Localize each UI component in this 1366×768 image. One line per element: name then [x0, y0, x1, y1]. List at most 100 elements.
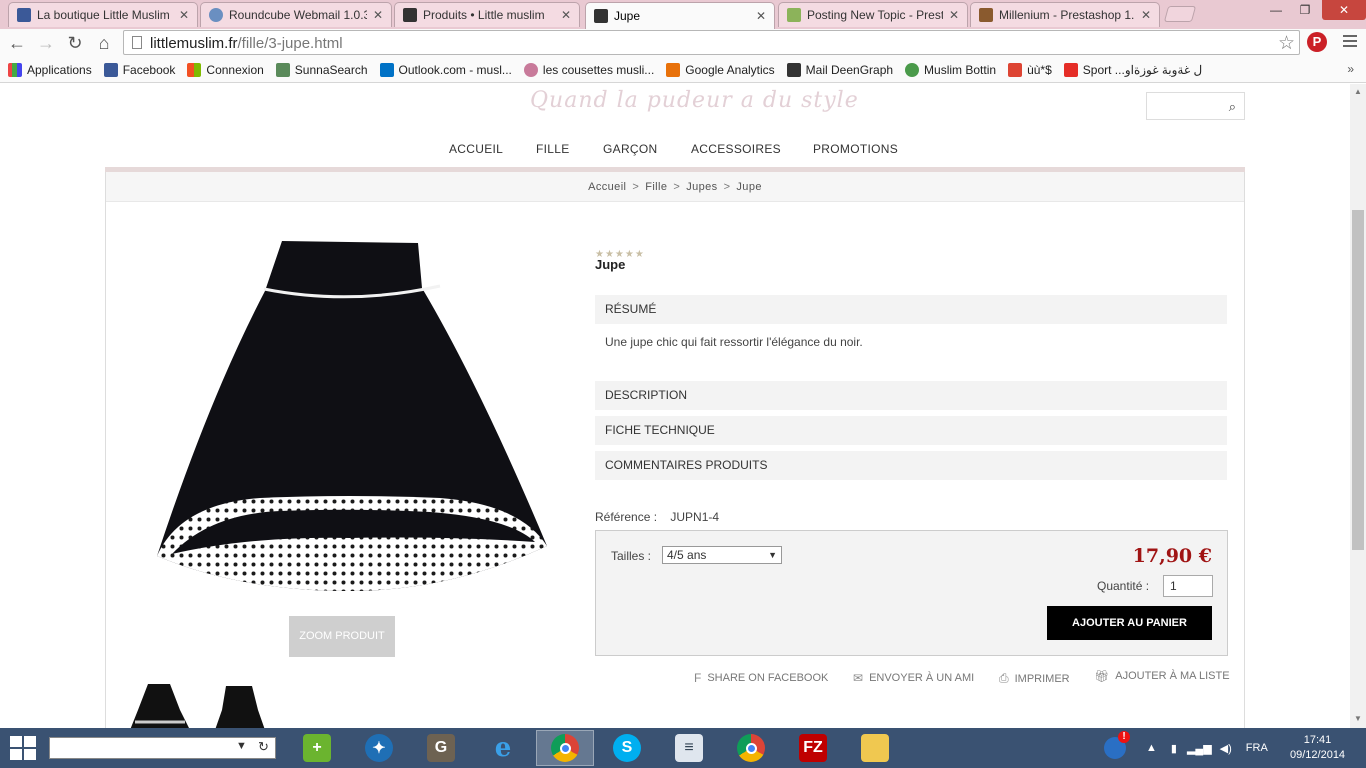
bookmark-cousettes[interactable]: les cousettes musli... [523, 63, 655, 77]
nav-garcon[interactable]: GARÇON [603, 142, 657, 156]
bookmark-pdf[interactable]: ùù*$ [1008, 63, 1052, 77]
bookmark-mail-deengraph[interactable]: Mail DeenGraph [786, 63, 893, 77]
scroll-up-icon[interactable]: ▲ [1354, 87, 1362, 96]
scrollbar-thumb[interactable] [1352, 210, 1364, 550]
tab-roundcube[interactable]: Roundcube Webmail 1.0.3 ✕ [200, 2, 392, 27]
close-icon[interactable]: ✕ [179, 8, 189, 22]
close-window-icon[interactable]: ✕ [1322, 0, 1366, 20]
forward-icon[interactable]: → [35, 32, 57, 54]
language-indicator[interactable]: FRA [1246, 742, 1268, 754]
size-select[interactable]: 4/5 ans ▼ [662, 546, 782, 564]
taskbar-app-chrome-2[interactable] [722, 730, 780, 766]
tab-produits[interactable]: Produits • Little muslim ✕ [394, 2, 580, 27]
signal-icon[interactable]: ▂▄▆ [1187, 742, 1212, 755]
clock[interactable]: 17:41 09/12/2014 [1290, 733, 1345, 763]
bookmark-facebook[interactable]: Facebook [103, 63, 176, 77]
volume-icon[interactable]: ◀) [1220, 742, 1232, 755]
taskbar-app-notes[interactable]: ≡ [660, 730, 718, 766]
add-to-cart-button[interactable]: AJOUTER AU PANIER [1047, 606, 1212, 640]
product-thumbnails[interactable] [130, 680, 270, 728]
battery-icon[interactable]: ▮ [1171, 742, 1177, 755]
back-icon[interactable]: ← [6, 32, 28, 54]
bookmark-star-icon[interactable]: ☆ [1278, 32, 1295, 55]
cousettes-icon [523, 63, 538, 77]
bookmark-applications[interactable]: Applications [8, 63, 92, 77]
home-icon[interactable]: ⌂ [93, 32, 115, 54]
quantity-input[interactable]: 1 [1163, 575, 1213, 597]
bookmark-outlook[interactable]: Outlook.com - musl... [379, 63, 512, 77]
tab-jupe[interactable]: Jupe ✕ [585, 2, 775, 29]
tab-label: Produits • Little muslim [423, 8, 545, 22]
close-icon[interactable]: ✕ [561, 8, 571, 22]
technical-sheet-section-header[interactable]: FICHE TECHNIQUE [595, 416, 1227, 445]
bookmark-label: les cousettes musli... [542, 63, 655, 77]
taskbar-app-thunderbird[interactable]: ✦ [350, 730, 408, 766]
close-icon[interactable]: ✕ [949, 8, 959, 22]
bookmark-label: Google Analytics [685, 63, 775, 77]
chrome-icon [737, 734, 765, 762]
chevron-down-icon[interactable]: ▼ [236, 740, 247, 752]
nav-accessoires[interactable]: ACCESSOIRES [691, 142, 781, 156]
tab-posting[interactable]: Posting New Topic - Prest ✕ [778, 2, 968, 27]
taskbar-app-explorer[interactable] [846, 730, 904, 766]
breadcrumb-fille[interactable]: Fille [645, 181, 667, 193]
bookmark-muslim-bottin[interactable]: Muslim Bottin [905, 63, 996, 77]
share-facebook-link[interactable]: f SHARE ON FACEBOOK [694, 671, 828, 685]
comments-section-header[interactable]: COMMENTAIRES PRODUITS [595, 451, 1227, 480]
chrome-menu-icon[interactable] [1343, 35, 1357, 50]
taskbar-app-chrome[interactable] [536, 730, 594, 766]
reference-value: JUPN1-4 [670, 510, 720, 524]
restore-icon[interactable]: ❐ [1290, 0, 1320, 20]
address-bar[interactable]: littlemuslim.fr/fille/3-jupe.html ☆ [123, 30, 1300, 55]
site-tagline: Quand la pudeur a du style [530, 88, 859, 113]
bookmark-label: Outlook.com - musl... [398, 63, 512, 77]
minimize-icon[interactable]: — [1262, 0, 1290, 20]
description-section-header[interactable]: DESCRIPTION [595, 381, 1227, 410]
close-icon[interactable]: ✕ [373, 8, 383, 22]
refresh-icon[interactable]: ↻ [258, 739, 269, 755]
taskbar-search-input[interactable]: ▼ ↻ [49, 737, 276, 759]
bookmark-label: Applications [27, 63, 92, 77]
tab-millenium[interactable]: Millenium - Prestashop 1.6 ✕ [970, 2, 1160, 27]
globe-icon [905, 63, 920, 77]
taskbar-app-notepadpp[interactable]: + [288, 730, 346, 766]
site-search-input[interactable]: ⌕ [1146, 92, 1245, 120]
action-center-icon[interactable]: ! [1104, 731, 1130, 759]
close-icon[interactable]: ✕ [756, 9, 766, 23]
reload-icon[interactable]: ↻ [64, 32, 86, 54]
bookmark-sport[interactable]: Sport ...ل غةوبة غوزةاو [1063, 63, 1202, 77]
nav-fille[interactable]: FILLE [536, 142, 570, 156]
nav-promotions[interactable]: PROMOTIONS [813, 142, 898, 156]
print-link[interactable]: ⎙ IMPRIMER [999, 671, 1070, 686]
url-path: /fille/3-jupe.html [237, 35, 343, 52]
taskbar-app-ie[interactable]: e [474, 730, 532, 766]
nav-accueil[interactable]: ACCUEIL [449, 142, 503, 156]
windows-start-icon[interactable] [10, 736, 38, 762]
outlook-icon [379, 63, 394, 77]
taskbar-app-gimp[interactable]: G [412, 730, 470, 766]
send-to-friend-link[interactable]: ✉ ENVOYER À UN AMI [853, 671, 974, 685]
page-scrollbar[interactable]: ▲ ▼ [1350, 84, 1366, 728]
summary-text: Une jupe chic qui fait ressortir l'éléga… [605, 335, 863, 349]
breadcrumb-jupes[interactable]: Jupes [686, 181, 717, 193]
product-image[interactable] [140, 236, 560, 606]
summary-section-header[interactable]: RÉSUMÉ [595, 295, 1227, 324]
tab-la-boutique[interactable]: La boutique Little Muslim ✕ [8, 2, 198, 27]
search-icon[interactable]: ⌕ [1229, 99, 1236, 115]
taskbar-app-filezilla[interactable]: FZ [784, 730, 842, 766]
product-title: Jupe [595, 257, 626, 272]
breadcrumb-accueil[interactable]: Accueil [588, 181, 626, 193]
zoom-product-button[interactable]: ZOOM PRODUIT [289, 616, 395, 657]
tray-arrow-icon[interactable]: ▲ [1146, 742, 1157, 754]
pinterest-icon[interactable]: P [1307, 32, 1327, 52]
bookmarks-overflow-icon[interactable]: » [1347, 62, 1354, 76]
taskbar-app-skype[interactable]: S [598, 730, 656, 766]
add-to-wishlist-link[interactable]: 🎁︎ AJOUTER À MA LISTE [1094, 669, 1230, 683]
close-icon[interactable]: ✕ [1141, 8, 1151, 22]
bookmark-sunnasearch[interactable]: SunnaSearch [275, 63, 368, 77]
bookmark-google-analytics[interactable]: Google Analytics [666, 63, 775, 77]
new-tab-button[interactable] [1163, 6, 1197, 22]
scroll-down-icon[interactable]: ▼ [1354, 714, 1362, 723]
bookmark-connexion[interactable]: Connexion [187, 63, 264, 77]
bookmark-label: Facebook [122, 63, 176, 77]
